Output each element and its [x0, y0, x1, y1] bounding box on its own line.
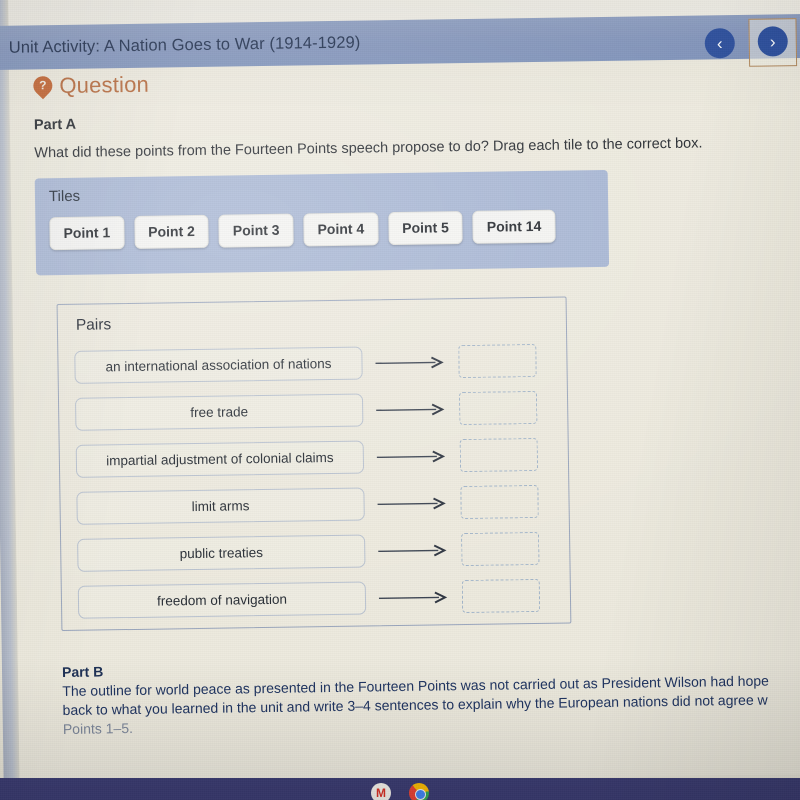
drop-target-box[interactable] — [458, 343, 537, 379]
pair-prompt-box: limit arms — [76, 487, 365, 525]
part-a-heading: Part A — [33, 116, 77, 134]
chrome-icon[interactable] — [409, 783, 429, 800]
arrow-right-icon — [366, 580, 462, 614]
header-nav-buttons: ‹ › — [704, 18, 798, 67]
screen-surface: Unit Activity: A Nation Goes to War (191… — [0, 0, 800, 786]
tile-draggable[interactable]: Point 4 — [303, 212, 379, 247]
pairs-panel-label: Pairs — [75, 316, 112, 334]
tile-draggable[interactable]: Point 5 — [387, 211, 464, 246]
next-question-button-wrapper[interactable]: › — [748, 18, 798, 67]
pair-prompt-box: an international association of nations — [74, 346, 363, 384]
chevron-right-icon: › — [769, 31, 776, 51]
pair-prompt-box: public treaties — [77, 534, 366, 572]
pair-row: public treaties — [77, 524, 570, 578]
arrow-right-icon — [364, 486, 460, 520]
tile-draggable[interactable]: Point 3 — [218, 213, 294, 248]
drop-target-box[interactable] — [458, 390, 538, 426]
pairs-panel: Pairs an international association of na… — [56, 296, 572, 632]
question-mark-pin-icon: ? — [29, 72, 57, 100]
pair-row: free trade — [74, 384, 568, 438]
arrow-right-icon — [363, 392, 459, 426]
question-content-area: ? Question Part A What did these points … — [9, 57, 800, 786]
pair-row: an international association of nations — [74, 337, 567, 391]
os-taskbar: M — [0, 778, 800, 800]
tile-draggable[interactable]: Point 14 — [472, 209, 556, 244]
drop-target-box[interactable] — [459, 437, 539, 473]
part-b-section: Part B The outline for world peace as pr… — [62, 652, 800, 737]
activity-title: Unit Activity: A Nation Goes to War (191… — [8, 33, 361, 57]
previous-question-button[interactable]: ‹ — [704, 27, 736, 59]
pair-row: limit arms — [76, 478, 569, 532]
question-label: Question — [59, 71, 150, 98]
drop-target-box[interactable] — [460, 484, 539, 520]
arrow-right-icon — [365, 533, 461, 567]
pair-row: impartial adjustment of colonial claims — [75, 431, 569, 485]
pair-row: freedom of navigation — [77, 571, 571, 625]
pair-prompt-box: free trade — [74, 393, 364, 431]
pin-question-glyph: ? — [39, 77, 47, 92]
pair-prompt-box: impartial adjustment of colonial claims — [75, 440, 365, 478]
drop-target-box[interactable] — [461, 578, 541, 614]
pair-prompt-box: freedom of navigation — [77, 581, 367, 619]
chevron-left-icon: ‹ — [716, 33, 723, 53]
part-a-prompt: What did these points from the Fourteen … — [34, 135, 703, 162]
tile-draggable[interactable]: Point 2 — [133, 214, 210, 249]
arrow-right-icon — [364, 439, 460, 473]
tiles-panel: Tiles Point 1 Point 2 Point 3 Point 4 Po… — [34, 169, 610, 276]
gmail-icon[interactable]: M — [371, 783, 391, 800]
drop-target-box[interactable] — [461, 531, 540, 567]
next-question-button[interactable]: › — [757, 26, 788, 57]
arrow-right-icon — [362, 345, 458, 379]
tiles-row: Point 1 Point 2 Point 3 Point 4 Point 5 … — [49, 209, 608, 251]
tile-draggable[interactable]: Point 1 — [49, 216, 125, 251]
tiles-panel-label: Tiles — [48, 187, 81, 206]
